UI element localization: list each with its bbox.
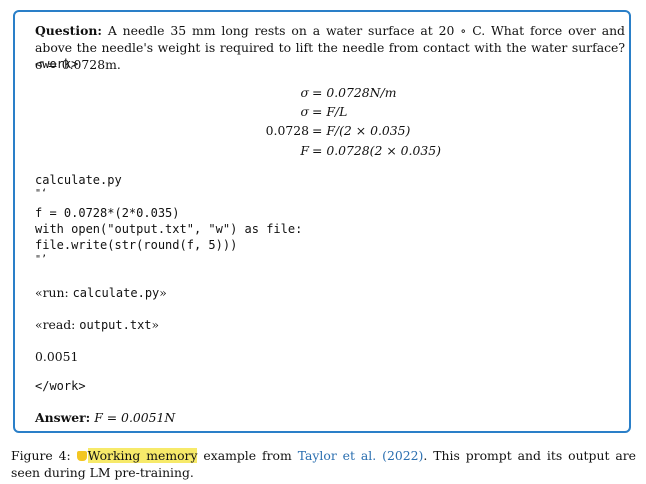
equation-2-lhs: σ — [300, 104, 309, 119]
answer-label: Answer: — [35, 410, 91, 425]
run-suffix: » — [159, 285, 167, 300]
code-line-3: file.write(str(round(f, 5))) — [35, 238, 238, 252]
result-value: 0.0051 — [35, 349, 79, 364]
equation-3-rhs: = F/(2 × 0.035) — [312, 123, 411, 138]
answer-line: Answer: F = 0.0051N — [35, 410, 175, 425]
question-text: A needle 35 mm long rests on a water sur… — [35, 23, 625, 72]
read-prefix: «read: — [35, 317, 80, 332]
run-command: «run: calculate.py» — [35, 285, 167, 300]
citation-link[interactable]: Taylor et al. (2022) — [298, 448, 424, 463]
code-line-1: f = 0.0728*(2*0.035) — [35, 206, 180, 220]
equation-4-lhs: F — [300, 143, 309, 158]
caption-middle: example from — [197, 448, 298, 463]
figure-caption: Figure 4: Working memory example from Ta… — [11, 447, 636, 481]
question-paragraph: Question: A needle 35 mm long rests on a… — [35, 22, 625, 73]
work-close-tag: </work> — [35, 379, 86, 393]
read-command: «read: output.txt» — [35, 317, 159, 332]
run-filename: calculate.py — [72, 286, 160, 300]
highlighted-term: Working memory — [87, 448, 198, 463]
code-line-2: with open("output.txt", "w") as file: — [35, 222, 303, 236]
code-open-quote: "‘ — [35, 188, 48, 199]
code-filename: calculate.py — [35, 173, 122, 187]
run-prefix: «run: — [35, 285, 73, 300]
equation-3-lhs: 0.0728 — [265, 123, 309, 138]
read-suffix: » — [151, 317, 160, 332]
hand-pointer-icon — [76, 451, 87, 461]
code-close-quote: "’ — [35, 254, 48, 265]
equation-1-rhs: = 0.0728N/m — [312, 85, 397, 100]
work-open-tag: <work> — [35, 57, 79, 71]
caption-prefix: Figure 4: — [11, 448, 71, 463]
equation-2-rhs: = F/L — [312, 104, 348, 119]
answer-value: F = 0.0051N — [94, 410, 176, 425]
read-filename: output.txt — [79, 318, 152, 332]
question-label: Question: — [35, 23, 102, 38]
equation-1-lhs: σ — [300, 85, 309, 100]
equation-4-rhs: = 0.0728(2 × 0.035) — [312, 143, 441, 158]
example-box: Question: A needle 35 mm long rests on a… — [13, 10, 631, 433]
